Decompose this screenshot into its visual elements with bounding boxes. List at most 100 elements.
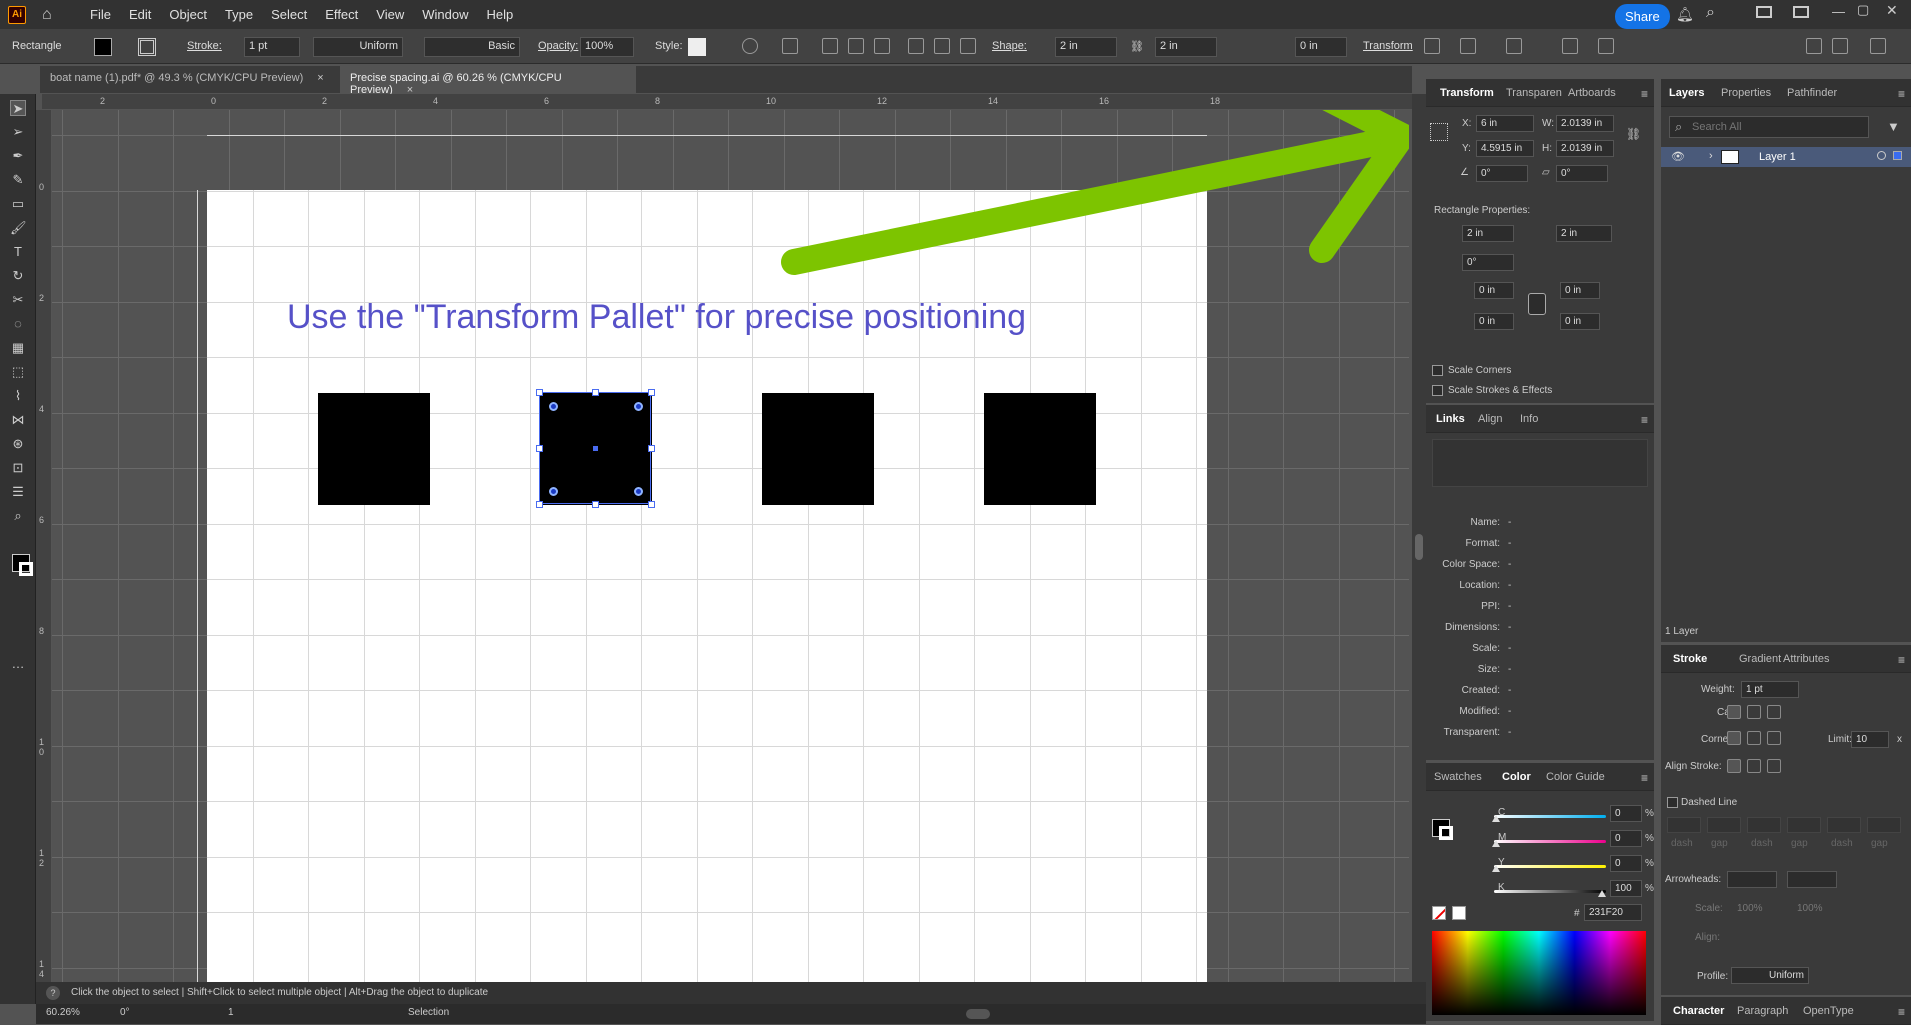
stroke-label[interactable]: Stroke:: [187, 40, 222, 52]
canvas[interactable]: Use the "Transform Pallet" for precise p…: [52, 110, 1409, 982]
vertical-scrollbar[interactable]: [1412, 94, 1426, 1004]
dash-gap-field[interactable]: [1707, 817, 1741, 833]
channel-slider[interactable]: [1494, 890, 1606, 893]
close-tab-icon[interactable]: ×: [317, 72, 323, 84]
tab-links[interactable]: Links: [1436, 413, 1465, 425]
color-spectrum[interactable]: [1432, 931, 1646, 1015]
h-field[interactable]: 2.0139 in: [1556, 140, 1614, 157]
minimize-icon[interactable]: —: [1832, 4, 1845, 19]
shape-height-field[interactable]: 2 in: [1155, 37, 1217, 57]
bevel-join-icon[interactable]: [1767, 731, 1781, 745]
stroke-swatch[interactable]: [138, 38, 156, 56]
tab-align[interactable]: Align: [1478, 413, 1502, 425]
layer-name[interactable]: Layer 1: [1759, 151, 1796, 163]
scissors-tool-icon[interactable]: ✂: [10, 292, 26, 308]
corner-tl-field[interactable]: 0 in: [1474, 282, 1514, 299]
channel-slider[interactable]: [1494, 840, 1606, 843]
visibility-eye-icon[interactable]: 👁︎: [1671, 150, 1685, 163]
pen-tool-icon[interactable]: ✒: [10, 148, 26, 164]
menu-type[interactable]: Type: [225, 7, 253, 22]
slider-thumb[interactable]: [1492, 815, 1500, 822]
stroke-weight-field[interactable]: 1 pt: [244, 37, 300, 57]
search-icon[interactable]: ⌕: [1706, 4, 1715, 22]
end-arrowhead-select[interactable]: [1787, 871, 1837, 888]
opacity-field[interactable]: 100%: [580, 37, 634, 57]
recolor-icon[interactable]: [742, 38, 758, 54]
menu-help[interactable]: Help: [486, 7, 513, 22]
rotation-view[interactable]: 0°: [120, 1007, 130, 1018]
align-inside-stroke-icon[interactable]: [1747, 759, 1761, 773]
dash-gap-field[interactable]: [1667, 817, 1701, 833]
weight-field[interactable]: 1 pt: [1741, 681, 1799, 698]
tab-opentype[interactable]: OpenType: [1803, 1005, 1854, 1017]
rotate-tool-icon[interactable]: ↻: [10, 268, 26, 284]
fill-swatch[interactable]: [94, 38, 112, 56]
menu-effect[interactable]: Effect: [325, 7, 358, 22]
zoom-tool-icon[interactable]: ⌕: [10, 508, 26, 524]
rectangle-tool-icon[interactable]: ▭: [10, 196, 26, 212]
artboard-number[interactable]: 1: [228, 1007, 234, 1018]
link-proportions-icon[interactable]: ⛓: [1130, 40, 1144, 53]
crop-icon[interactable]: [1598, 38, 1614, 54]
panel-menu-icon[interactable]: ≡: [1898, 1005, 1905, 1019]
align-outside-stroke-icon[interactable]: [1767, 759, 1781, 773]
tab-artboards[interactable]: Artboards: [1568, 87, 1616, 99]
round-cap-icon[interactable]: [1747, 705, 1761, 719]
corner-bl-field[interactable]: 0 in: [1474, 313, 1514, 330]
tab-swatches[interactable]: Swatches: [1434, 771, 1482, 783]
dash-gap-field[interactable]: [1867, 817, 1901, 833]
home-icon[interactable]: ⌂: [42, 6, 60, 24]
corner-tr-field[interactable]: 0 in: [1560, 282, 1600, 299]
tab-color-guide[interactable]: Color Guide: [1546, 771, 1605, 783]
white-color-icon[interactable]: [1452, 906, 1466, 920]
tab-transform[interactable]: Transform: [1440, 87, 1494, 99]
align-center-stroke-icon[interactable]: [1727, 759, 1741, 773]
profile-select[interactable]: Uniform: [1731, 967, 1809, 984]
eyedropper-tool-icon[interactable]: ⌇: [10, 388, 26, 404]
channel-value-field[interactable]: 0: [1610, 830, 1642, 847]
tab-character[interactable]: Character: [1673, 1005, 1724, 1017]
tab-stroke[interactable]: Stroke: [1673, 653, 1707, 665]
help-icon[interactable]: ?: [46, 986, 60, 1000]
hand-tool-icon[interactable]: ☰: [10, 484, 26, 500]
style-swatch[interactable]: [688, 38, 706, 56]
y-field[interactable]: 4.5915 in: [1476, 140, 1534, 157]
panel-menu-icon[interactable]: ≡: [1898, 653, 1905, 667]
scrollbar-thumb[interactable]: [1415, 534, 1423, 560]
miter-join-icon[interactable]: [1727, 731, 1741, 745]
lasso-tool-icon[interactable]: ◌: [10, 316, 26, 332]
channel-value-field[interactable]: 100: [1610, 880, 1642, 897]
link-corners-icon[interactable]: [1528, 293, 1546, 315]
direct-selection-tool-icon[interactable]: ➢: [10, 124, 26, 140]
menu-window[interactable]: Window: [422, 7, 468, 22]
workspace-icon[interactable]: [1756, 6, 1772, 18]
tab-attributes[interactable]: Attributes: [1783, 653, 1829, 665]
reference-point-icon[interactable]: [1430, 123, 1448, 141]
opacity-label[interactable]: Opacity:: [538, 40, 578, 52]
rotate-angle-field[interactable]: 0°: [1476, 165, 1528, 182]
tab-gradient[interactable]: Gradient: [1739, 653, 1781, 665]
selection-indicator[interactable]: [1893, 151, 1902, 160]
horizontal-scrollbar-thumb[interactable]: [966, 1009, 990, 1019]
maximize-icon[interactable]: ▢: [1857, 2, 1869, 18]
shape-label[interactable]: Shape:: [992, 40, 1027, 52]
layer-row[interactable]: 👁︎ › Layer 1: [1661, 147, 1911, 167]
channel-value-field[interactable]: 0: [1610, 855, 1642, 872]
shear-field[interactable]: 0°: [1556, 165, 1608, 182]
target-icon[interactable]: [1877, 151, 1886, 160]
layers-search-input[interactable]: [1669, 116, 1869, 138]
align-middle-icon[interactable]: [934, 38, 950, 54]
arrange-icon[interactable]: [1806, 38, 1822, 54]
tab-properties[interactable]: Properties: [1721, 87, 1771, 99]
tab-info[interactable]: Info: [1520, 413, 1538, 425]
arrange-documents-icon[interactable]: [1793, 6, 1809, 18]
menu-object[interactable]: Object: [169, 7, 207, 22]
channel-slider[interactable]: [1494, 815, 1606, 818]
channel-value-field[interactable]: 0: [1610, 805, 1642, 822]
hex-field[interactable]: 231F20: [1584, 904, 1642, 921]
slider-thumb[interactable]: [1598, 890, 1606, 897]
scale-corners-checkbox[interactable]: [1432, 365, 1443, 376]
butt-cap-icon[interactable]: [1727, 705, 1741, 719]
menu-edit[interactable]: Edit: [129, 7, 151, 22]
rect-width-field[interactable]: 2 in: [1462, 225, 1514, 242]
